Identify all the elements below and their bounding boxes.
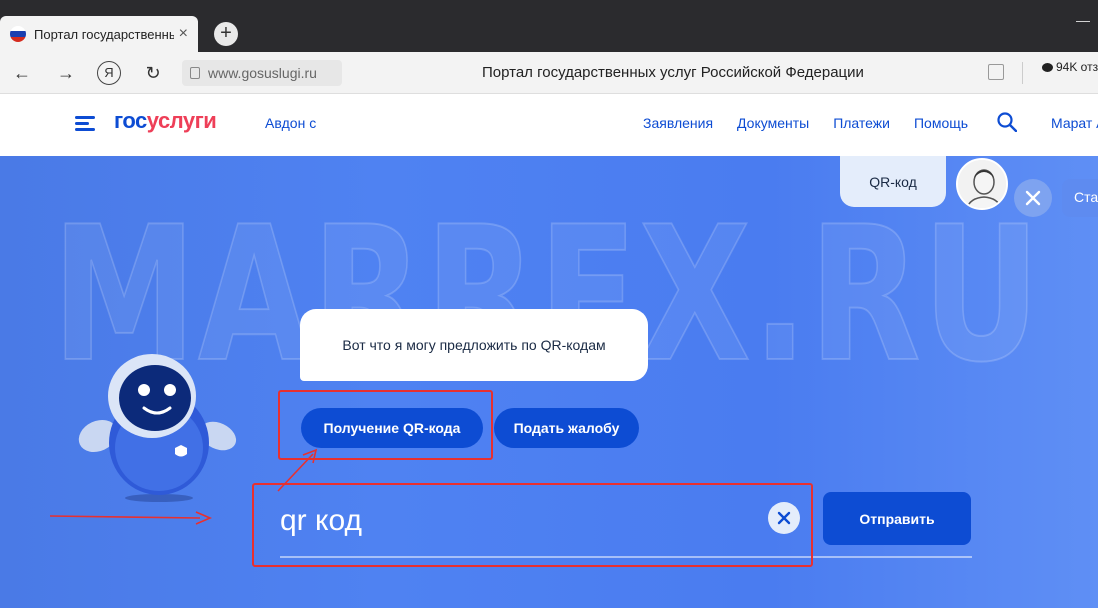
reviews-badge[interactable]: 94K отз <box>1042 60 1098 74</box>
forward-button[interactable]: → <box>53 60 79 86</box>
region-selector[interactable]: Авдон с <box>265 115 316 131</box>
site-header: госуслуги Авдон с Заявления Документы Пл… <box>0 94 1098 156</box>
new-tab-button[interactable]: + <box>214 22 238 46</box>
main-nav: Заявления Документы Платежи Помощь <box>643 115 968 131</box>
gosuslugi-logo[interactable]: госуслуги <box>114 108 217 134</box>
tab-close-icon[interactable]: × <box>179 25 188 43</box>
nav-applications[interactable]: Заявления <box>643 115 713 131</box>
search-icon[interactable] <box>997 112 1017 132</box>
page-title: Портал государственных услуг Российской … <box>482 64 864 81</box>
divider <box>1022 62 1023 84</box>
nav-payments[interactable]: Платежи <box>833 115 890 131</box>
url-field[interactable]: www.gosuslugi.ru <box>182 60 342 86</box>
logo-part-gos: гос <box>114 108 147 133</box>
user-menu[interactable]: Марат А <box>1051 115 1098 131</box>
annotation-arrows <box>49 448 318 525</box>
reload-button[interactable]: ↻ <box>140 60 166 86</box>
logo-part-uslugi: услуги <box>146 108 217 133</box>
nav-documents[interactable]: Документы <box>737 115 809 131</box>
back-button[interactable]: ← <box>9 60 35 86</box>
comment-icon <box>1042 62 1053 72</box>
browser-tab[interactable]: Портал государственны × <box>0 16 198 52</box>
address-bar: ← → Я ↻ www.gosuslugi.ru Портал государс… <box>0 52 1098 94</box>
reviews-count: 94K отз <box>1056 60 1098 74</box>
russia-flag-icon <box>10 26 26 42</box>
minimize-icon[interactable]: — <box>1076 12 1090 28</box>
url-text: www.gosuslugi.ru <box>208 65 317 81</box>
lock-icon <box>190 67 200 79</box>
yandex-icon[interactable]: Я <box>97 61 121 85</box>
chat-area: MARREX.RU QR-код Ста Вот что я могу пред… <box>0 156 1098 608</box>
browser-tab-strip: Портал государственны × + — <box>0 0 1098 52</box>
menu-icon[interactable] <box>75 116 95 132</box>
nav-help[interactable]: Помощь <box>914 115 968 131</box>
tab-title: Портал государственны <box>34 26 174 42</box>
bookmark-icon[interactable] <box>988 64 1004 80</box>
